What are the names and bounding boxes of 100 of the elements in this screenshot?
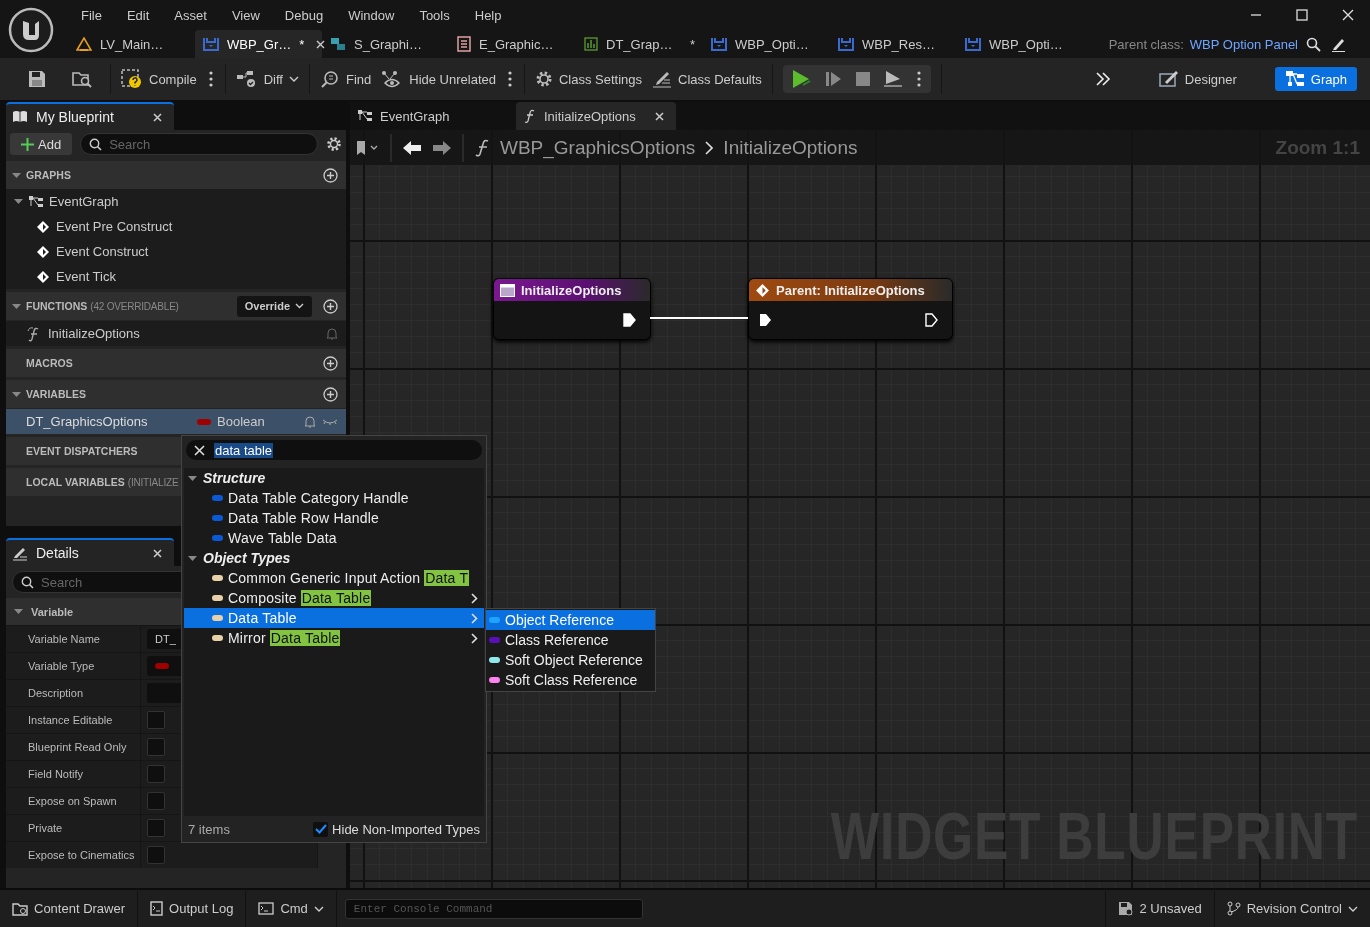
checkbox[interactable] — [147, 792, 165, 810]
section-header[interactable]: FUNCTIONS (42 OVERRIDABLE) Override — [6, 292, 346, 320]
type-option[interactable]: Wave Table Data — [184, 528, 484, 548]
checkbox-label[interactable]: Hide Non-Imported Types — [332, 821, 480, 837]
eject-icon[interactable] — [882, 70, 903, 88]
more-options-icon[interactable] — [916, 71, 921, 87]
submenu-item[interactable]: Soft Object Reference — [486, 650, 655, 670]
pencil-icon[interactable] — [1331, 36, 1346, 52]
graph-node[interactable]: InitializeOptions — [493, 278, 651, 340]
bell-icon[interactable] — [326, 327, 338, 340]
checkbox[interactable] — [313, 821, 329, 837]
graph-tab[interactable]: InitializeOptions — [516, 102, 676, 130]
close-icon[interactable] — [316, 39, 326, 49]
expand-arrow-icon[interactable] — [12, 301, 21, 311]
double-chevron-icon[interactable] — [1094, 71, 1111, 87]
close-icon[interactable] — [655, 111, 664, 121]
bookmark-icon[interactable] — [356, 139, 380, 156]
mode-button[interactable]: Designer — [1148, 67, 1247, 91]
search-field[interactable]: Search — [80, 133, 318, 155]
step-icon[interactable] — [824, 70, 843, 88]
document-tab[interactable]: WBP_Opti… — [957, 30, 1084, 58]
expand-arrow-icon[interactable] — [188, 553, 197, 563]
tree-item[interactable]: InitializeOptions — [6, 321, 346, 346]
menu-item[interactable]: Edit — [113, 7, 162, 23]
search-field[interactable]: data table — [186, 440, 482, 460]
add-circle-icon[interactable] — [323, 298, 338, 314]
menu-item[interactable]: Help — [461, 7, 514, 23]
toolbar-button[interactable]: Compile — [121, 69, 197, 89]
expand-arrow-icon[interactable] — [14, 607, 23, 616]
menu-item[interactable]: File — [68, 7, 114, 23]
back-arrow-icon[interactable] — [402, 139, 422, 156]
section-header[interactable]: VARIABLES — [6, 380, 346, 408]
checkbox[interactable] — [147, 846, 165, 864]
graph-node[interactable]: Parent: InitializeOptions — [748, 278, 953, 340]
menu-item[interactable]: View — [218, 7, 272, 23]
engine-logo-icon[interactable] — [8, 7, 54, 53]
expand-arrow-icon[interactable] — [188, 473, 197, 483]
menu-item[interactable]: Tools — [406, 7, 462, 23]
exec-pin-icon[interactable] — [759, 313, 772, 327]
checkbox[interactable] — [147, 711, 165, 729]
toolbar-button[interactable]: Hide Unrelated — [381, 70, 496, 88]
graph-tab[interactable]: EventGraph — [350, 102, 510, 130]
toolbar-button[interactable]: Class Defaults — [652, 70, 762, 88]
breadcrumb-item[interactable]: InitializeOptions — [723, 136, 858, 159]
mode-button[interactable]: Graph — [1274, 67, 1357, 91]
document-tab[interactable]: WBP_Opti… — [703, 30, 830, 58]
bell-icon[interactable] — [304, 415, 316, 428]
breadcrumb-item[interactable]: WBP_GraphicsOptions — [500, 136, 696, 159]
close-icon[interactable] — [153, 112, 162, 122]
more-options-icon[interactable] — [507, 71, 512, 87]
status-button[interactable]: 2 Unsaved — [1105, 890, 1214, 927]
expand-arrow-icon[interactable] — [12, 170, 21, 180]
add-circle-icon[interactable] — [323, 167, 338, 183]
menu-item[interactable]: Asset — [161, 7, 219, 23]
tree-item[interactable]: Event Construct — [6, 239, 346, 264]
variable-row[interactable]: DT_GraphicsOptions Boolean — [6, 409, 346, 434]
submenu-item[interactable]: Class Reference — [486, 630, 655, 650]
tree-item[interactable]: Event Pre Construct — [6, 214, 346, 239]
console-input[interactable]: Enter Console Command — [344, 898, 643, 919]
type-option[interactable]: Mirror Data Table — [184, 628, 484, 648]
checkbox[interactable] — [147, 765, 165, 783]
toolbar-button[interactable]: Class Settings — [534, 70, 643, 88]
status-button[interactable]: Output Log — [138, 890, 247, 927]
toolbar-button[interactable]: Diff — [235, 70, 299, 88]
more-options-icon[interactable] — [208, 71, 213, 87]
section-header[interactable]: MACROS — [6, 349, 346, 377]
checkbox[interactable] — [147, 819, 165, 837]
checkbox[interactable] — [147, 738, 165, 756]
toolbar-button[interactable]: Find — [319, 70, 372, 88]
closed-eye-icon[interactable] — [322, 417, 338, 426]
panel-tab[interactable]: Details — [6, 538, 174, 566]
expand-arrow-icon[interactable] — [14, 197, 23, 206]
section-header[interactable]: GRAPHS — [6, 161, 346, 189]
exec-pin-icon[interactable] — [925, 313, 938, 327]
parent-class-link[interactable]: WBP Option Panel — [1189, 36, 1298, 52]
status-button[interactable]: Content Drawer — [0, 890, 139, 927]
settings-icon[interactable] — [326, 136, 342, 152]
document-tab[interactable]: S_Graphi… — [322, 30, 449, 58]
folder-search-icon[interactable] — [72, 70, 92, 88]
add-button[interactable]: Add — [10, 133, 73, 155]
category-header[interactable]: Object Types — [184, 548, 484, 568]
type-option[interactable]: Data Table — [184, 608, 484, 628]
forward-arrow-icon[interactable] — [432, 139, 452, 156]
cmd-dropdown[interactable]: Cmd — [246, 890, 337, 927]
add-circle-icon[interactable] — [323, 386, 338, 402]
search-icon[interactable] — [1306, 36, 1321, 52]
clear-icon[interactable] — [194, 444, 205, 456]
submenu-item[interactable]: Soft Class Reference — [486, 670, 655, 690]
type-option[interactable]: Data Table Row Handle — [184, 508, 484, 528]
expand-arrow-icon[interactable] — [12, 389, 21, 399]
document-tab[interactable]: WBP_Gr… * — [195, 30, 322, 58]
stop-icon[interactable] — [854, 71, 871, 87]
tree-item[interactable]: Event Tick — [6, 264, 346, 289]
play-icon[interactable] — [790, 69, 813, 89]
tree-item[interactable]: EventGraph — [6, 189, 346, 214]
document-tab[interactable]: DT_Grap… * — [576, 30, 703, 58]
panel-tab[interactable]: My Blueprint — [6, 102, 174, 130]
document-tab[interactable]: E_Graphic… — [449, 30, 576, 58]
save-icon[interactable] — [28, 70, 46, 88]
maximize-icon[interactable] — [1296, 9, 1308, 21]
